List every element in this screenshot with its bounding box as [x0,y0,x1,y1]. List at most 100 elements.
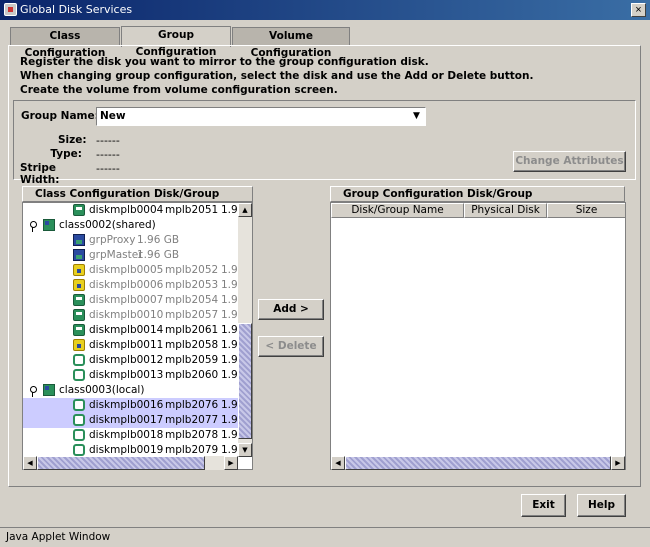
type-value: ------ [96,148,120,161]
tab-group-configuration[interactable]: Group Configuration [121,26,231,58]
tree-class-node[interactable]: class0002(shared) [23,218,239,233]
expand-key-icon[interactable] [29,386,37,397]
type-label: Type: [50,148,82,160]
help-button[interactable]: Help [577,494,626,517]
tree-row-size: 1.9 [221,309,238,321]
horizontal-scroll-thumb[interactable] [37,456,205,470]
disk-icon [73,309,85,321]
tree-row-size: 1.9 [221,414,238,426]
scroll-left-button[interactable]: ◀ [23,456,37,470]
scroll-right-button[interactable]: ▶ [224,456,238,470]
disk-icon [73,294,85,306]
close-button[interactable]: × [631,3,646,17]
stripe-width-label: Stripe Width: [20,162,60,186]
group-config-table[interactable]: Disk/Group Name Physical Disk Size [330,202,626,470]
tree-row[interactable]: diskmplb0012 mplb2059 1.9 [23,353,239,368]
tree-row-name: diskmplb0014 [89,324,164,336]
tree-row-device: mplb2059 [165,354,219,366]
tree-row-name: class0002(shared) [59,219,156,231]
tree-row-size: 1.9 [221,429,238,441]
scroll-up-button[interactable]: ▲ [238,203,252,217]
tree-row-size: 1.9 [221,204,238,216]
tree-row-device: mplb2077 [165,414,219,426]
vertical-scroll-thumb[interactable] [238,323,252,439]
tree-row[interactable]: diskmplb0011 mplb2058 1.9 [23,338,239,353]
tree-row-device: mplb2051 [165,204,219,216]
size-label: Size: [58,134,87,146]
tree-row[interactable]: diskmplb0005 mplb2052 1.9 [23,263,239,278]
group-icon [73,249,85,261]
tree-row[interactable]: diskmplb0006 mplb2053 1.9 [23,278,239,293]
tree-row[interactable]: grpMaster 1.96 GB [23,248,239,263]
tree-row-name: diskmplb0010 [89,309,164,321]
tree-row-device: mplb2054 [165,294,219,306]
tree-horizontal-scrollbar[interactable]: ◀ ▶ [23,456,238,470]
tree-row[interactable]: diskmplb0017 mplb2077 1.9 [23,413,239,428]
tree-row-device: mplb2052 [165,264,219,276]
window-title: Global Disk Services [20,3,133,16]
change-attributes-button[interactable]: Change Attributes [513,151,626,172]
warning-disk-icon [73,279,85,291]
table-horizontal-scrollbar[interactable]: ◀ ▶ [331,456,625,470]
disk-icon [73,324,85,336]
tree-row-name: diskmplb0004 [89,204,164,216]
app-icon [4,3,17,16]
tree-row[interactable]: diskmplb0018 mplb2078 1.9 [23,428,239,443]
table-scroll-left-button[interactable]: ◀ [331,456,345,470]
tree-row-name: diskmplb0018 [89,429,164,441]
tree-row-name: diskmplb0013 [89,369,164,381]
tree-row-device: mplb2057 [165,309,219,321]
column-header-name[interactable]: Disk/Group Name [331,203,464,218]
tree-vertical-scrollbar[interactable]: ▲ ▼ [238,203,252,457]
tree-row-name: grpMaster [89,249,143,261]
group-name-label: Group Name: [21,110,99,122]
class-icon [43,384,55,396]
tree-row-name: diskmplb0017 [89,414,164,426]
tree-row-size: 1.9 [221,399,238,411]
tree-row[interactable]: diskmplb0007 mplb2054 1.9 [23,293,239,308]
tree-row-size: 1.96 GB [137,234,180,246]
group-name-combo[interactable]: New ▼ [96,107,426,126]
tab-volume-configuration[interactable]: Volume Configuration [232,27,350,59]
column-header-size[interactable]: Size [547,203,625,218]
tree-row[interactable]: grpProxy 1.96 GB [23,233,239,248]
stripe-width-value: ------ [96,162,120,175]
tree-row-name: diskmplb0007 [89,294,164,306]
add-button[interactable]: Add > [258,299,324,320]
class-config-title: Class Configuration Disk/Group [22,186,253,202]
tree-row-name: diskmplb0005 [89,264,164,276]
delete-button[interactable]: < Delete [258,336,324,357]
table-horizontal-scroll-thumb[interactable] [345,456,611,470]
column-header-physical-disk[interactable]: Physical Disk [464,203,547,218]
disk-icon [73,204,85,216]
tree-row-name: grpProxy [89,234,136,246]
ring-disk-icon [73,444,85,456]
tree-row-size: 1.9 [221,324,238,336]
tree-row[interactable]: diskmplb0013 mplb2060 1.9 [23,368,239,383]
tree-row-name: diskmplb0012 [89,354,164,366]
table-scroll-right-button[interactable]: ▶ [611,456,625,470]
tree-row[interactable]: diskmplb0010 mplb2057 1.9 [23,308,239,323]
tree-row-size: 1.9 [221,279,238,291]
scroll-down-button[interactable]: ▼ [238,443,252,457]
expand-key-icon[interactable] [29,221,37,232]
instruction-line-2: When changing group configuration, selec… [20,70,534,82]
tree-row[interactable]: diskmplb0016 mplb2076 1.9 [23,398,239,413]
exit-button[interactable]: Exit [521,494,566,517]
group-icon [73,234,85,246]
tab-class-configuration[interactable]: Class Configuration [10,27,120,59]
tree-row-name: diskmplb0016 [89,399,164,411]
instruction-line-3: Create the volume from volume configurat… [20,84,338,96]
group-config-title: Group Configuration Disk/Group [330,186,625,202]
status-bar: Java Applet Window [0,527,650,547]
tree-row[interactable]: diskmplb0014 mplb2061 1.9 [23,323,239,338]
tree-row-size: 1.9 [221,354,238,366]
tree-row-device: mplb2058 [165,339,219,351]
tree-row-size: 1.96 GB [137,249,180,261]
tree-class-node[interactable]: class0003(local) [23,383,239,398]
tree-row[interactable]: diskmplb0004 mplb2051 1.9 [23,203,239,218]
tree-row-device: mplb2053 [165,279,219,291]
class-config-tree[interactable]: diskmplb0004 mplb2051 1.9 class0002(shared)… [22,202,253,470]
tree-row-name: diskmplb0006 [89,279,164,291]
chevron-down-icon[interactable]: ▼ [408,108,425,125]
